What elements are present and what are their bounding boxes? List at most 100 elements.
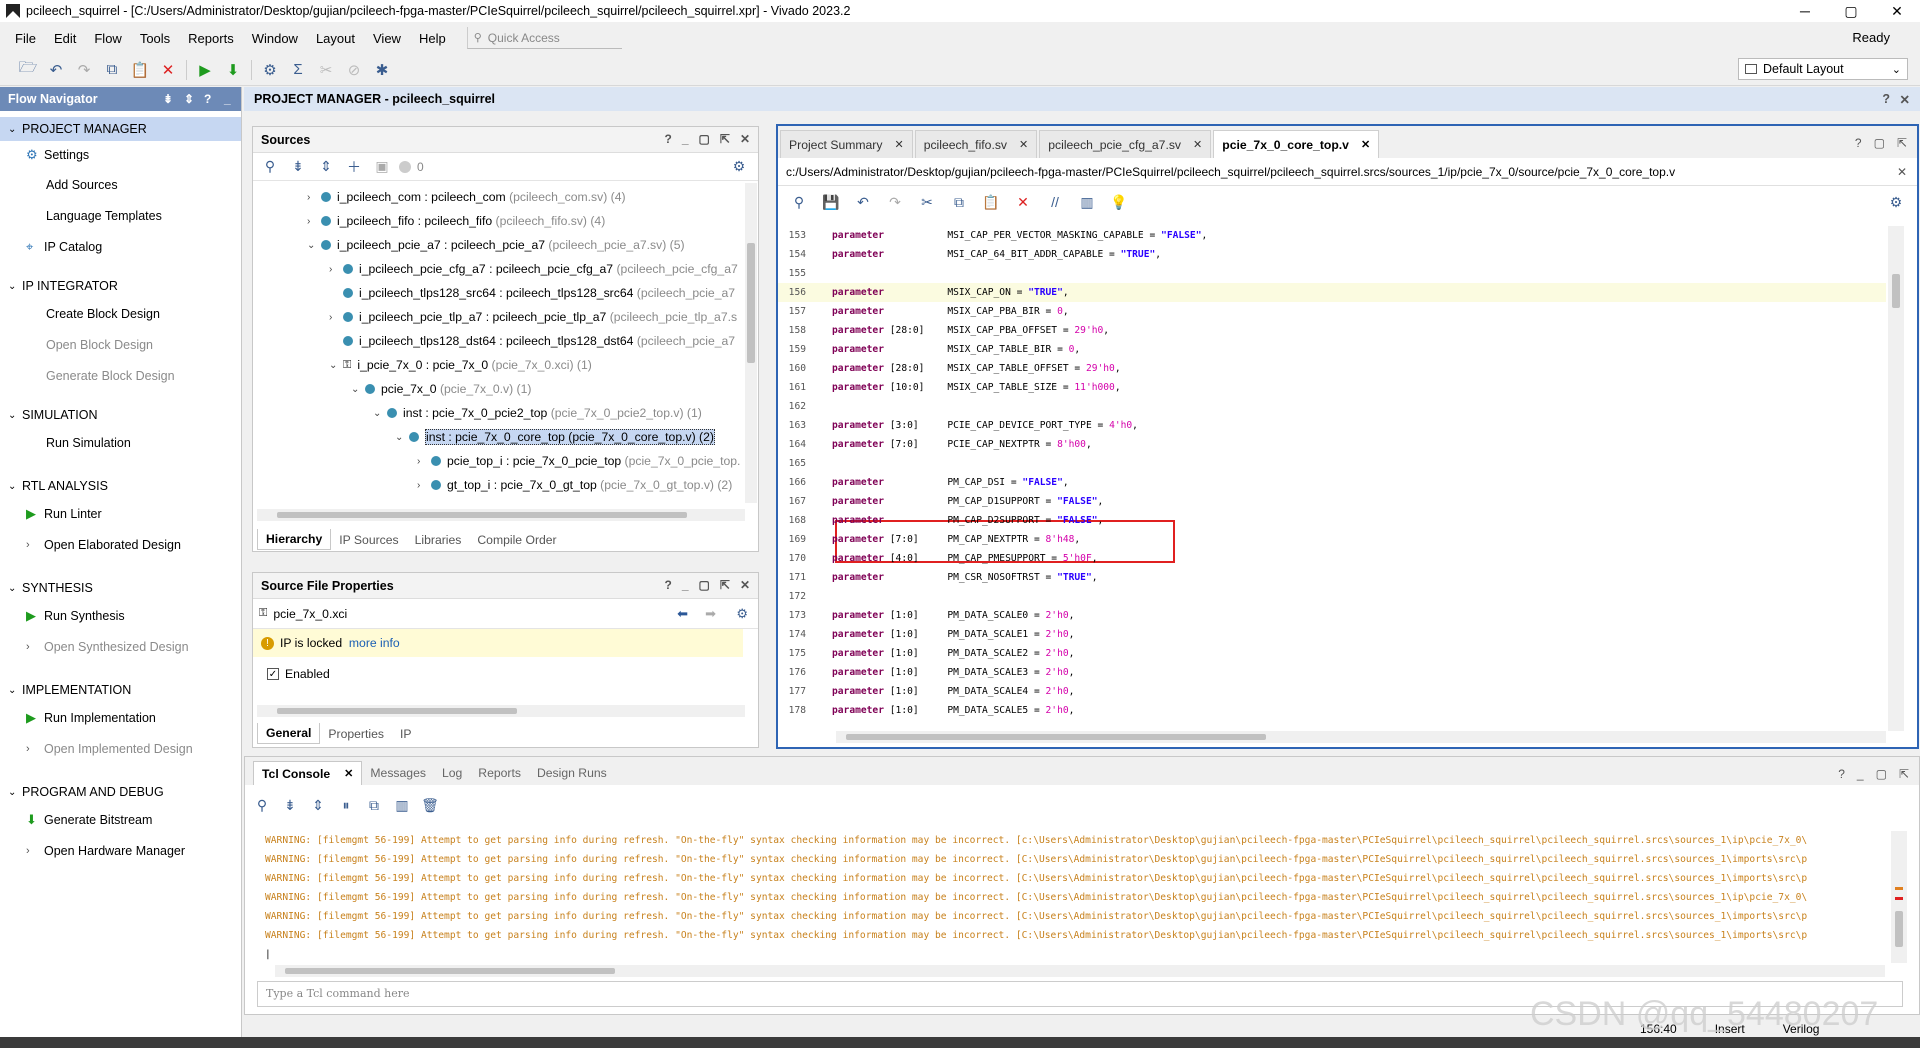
tab-pcileech-pcie-cfg[interactable]: pcileech_pcie_cfg_a7.sv ✕ [1039, 130, 1212, 158]
fn-open-elaborated-design[interactable]: › Open Elaborated Design [0, 529, 241, 560]
undo-icon[interactable]: ↶ [42, 58, 70, 82]
editor-hscroll[interactable] [836, 731, 1886, 743]
fn-section-program-debug[interactable]: ⌄ PROGRAM AND DEBUG [0, 780, 241, 804]
minimize-icon[interactable]: _ [682, 132, 689, 146]
tab-reports[interactable]: Reports [470, 761, 529, 785]
close-icon[interactable]: ✕ [740, 132, 750, 146]
menu-file[interactable]: File [6, 31, 45, 46]
restore-icon[interactable]: ▢ [699, 578, 710, 592]
help-icon[interactable]: ? [665, 132, 672, 146]
undo-icon[interactable]: ↶ [850, 191, 876, 213]
props-hscroll[interactable] [257, 705, 745, 717]
search-icon[interactable]: ⚲ [251, 795, 273, 815]
menu-help[interactable]: Help [410, 31, 455, 46]
fn-section-project-manager[interactable]: ⌄ PROJECT MANAGER [0, 117, 241, 141]
run-icon[interactable]: ▶ [191, 58, 219, 82]
fn-ip-catalog[interactable]: ⌖ IP Catalog [0, 231, 241, 262]
search-icon[interactable]: ⚲ [786, 191, 812, 213]
fn-run-synthesis[interactable]: ▶ Run Synthesis [0, 600, 241, 631]
settings-icon[interactable]: ⚙ [256, 58, 284, 82]
float-icon[interactable]: ⇱ [1899, 767, 1909, 781]
float-icon[interactable]: ⇱ [720, 578, 730, 592]
restore-icon[interactable]: ▢ [699, 132, 710, 146]
gear-icon[interactable]: ⚙ [736, 606, 748, 622]
fn-section-ip-integrator[interactable]: ⌄ IP INTEGRATOR [0, 274, 241, 298]
fn-open-hardware-manager[interactable]: › Open Hardware Manager [0, 835, 241, 866]
menu-reports[interactable]: Reports [179, 31, 243, 46]
gear-icon[interactable]: ⚙ [728, 157, 750, 177]
pause-icon[interactable]: ⏸ [335, 795, 357, 815]
program-device-icon[interactable]: ⬇ [219, 58, 247, 82]
redo-icon[interactable]: ↷ [70, 58, 98, 82]
menu-edit[interactable]: Edit [45, 31, 85, 46]
tab-ip-sources[interactable]: IP Sources [331, 530, 406, 550]
menu-flow[interactable]: Flow [85, 31, 130, 46]
fn-section-rtl-analysis[interactable]: ⌄ RTL ANALYSIS [0, 474, 241, 498]
tree-item[interactable]: ⌄ pcie_7x_0 (pcie_7x_0.v) (1) [351, 377, 531, 401]
editor-vscroll[interactable] [1888, 226, 1904, 731]
fn-create-block-design[interactable]: Create Block Design [0, 298, 241, 329]
tab-messages[interactable]: Messages [362, 761, 434, 785]
expand-all-icon[interactable]: ⇕ [184, 92, 194, 106]
properties-icon[interactable]: ▣ [371, 157, 393, 177]
back-arrow-icon[interactable]: ⬅ [677, 606, 688, 622]
sources-vscroll[interactable] [745, 183, 757, 503]
sigma-icon[interactable]: Σ [284, 58, 312, 82]
tree-item[interactable]: ⌄ inst : pcie_7x_0_pcie2_top (pcie_7x_0_p… [373, 401, 702, 425]
tab-properties[interactable]: Properties [320, 724, 392, 744]
tree-item[interactable]: i_pcileech_tlps128_dst64 : pcileech_tlps… [343, 329, 735, 353]
restore-icon[interactable]: ▢ [1874, 136, 1885, 150]
maximize-button[interactable]: ▢ [1828, 0, 1874, 22]
close-icon[interactable]: ✕ [740, 578, 750, 592]
fn-language-templates[interactable]: Language Templates [0, 200, 241, 231]
fn-section-implementation[interactable]: ⌄ IMPLEMENTATION [0, 678, 241, 702]
tree-item[interactable]: › i_pcileech_pcie_cfg_a7 : pcileech_pcie_… [329, 257, 738, 281]
expand-all-icon[interactable]: ⇕ [307, 795, 329, 815]
fn-settings[interactable]: ⚙ Settings [0, 141, 241, 169]
float-icon[interactable]: ⇱ [1897, 136, 1907, 150]
tree-item-selected[interactable]: ⌄ inst : pcie_7x_0_core_top (pcie_7x_0_co… [395, 425, 715, 449]
float-icon[interactable]: ⇱ [720, 132, 730, 146]
columns-icon[interactable]: ▥ [1074, 191, 1100, 213]
minimize-icon[interactable]: _ [1857, 767, 1864, 781]
copy-icon[interactable]: ⧉ [946, 191, 972, 213]
tree-item[interactable]: › i_pcileech_com : pcileech_com (pcileech… [307, 185, 626, 209]
fn-run-simulation[interactable]: Run Simulation [0, 427, 241, 458]
menu-view[interactable]: View [364, 31, 410, 46]
close-icon[interactable]: ✕ [1900, 92, 1910, 107]
tree-item[interactable]: ⌄ ⚿ i_pcie_7x_0 : pcie_7x_0 (pcie_7x_0.xci… [329, 353, 592, 377]
copy-icon[interactable]: ⧉ [363, 795, 385, 815]
help-icon[interactable]: ? [665, 578, 672, 592]
tab-hierarchy[interactable]: Hierarchy [257, 529, 332, 550]
menu-layout[interactable]: Layout [307, 31, 364, 46]
console-hscroll[interactable] [275, 965, 1885, 977]
fn-generate-bitstream[interactable]: ⬇ Generate Bitstream [0, 804, 241, 835]
tab-pcie-core-top[interactable]: pcie_7x_0_core_top.v ✕ [1213, 130, 1380, 158]
fn-open-synthesized-design[interactable]: › Open Synthesized Design [0, 631, 241, 662]
menu-window[interactable]: Window [243, 31, 307, 46]
fn-generate-block-design[interactable]: Generate Block Design [0, 360, 241, 391]
tree-item[interactable]: ⌄ i_pcileech_pcie_a7 : pcileech_pcie_a7 (… [307, 233, 685, 257]
fn-open-block-design[interactable]: Open Block Design [0, 329, 241, 360]
more-info-link[interactable]: more info [349, 636, 400, 650]
gear-icon[interactable]: ⚙ [1883, 191, 1909, 213]
tab-general[interactable]: General [257, 723, 321, 744]
fn-section-synthesis[interactable]: ⌄ SYNTHESIS [0, 576, 241, 600]
fn-section-simulation[interactable]: ⌄ SIMULATION [0, 403, 241, 427]
search-icon[interactable]: ⚲ [259, 157, 281, 177]
help-icon[interactable]: ? [1882, 92, 1890, 106]
close-button[interactable]: ✕ [1874, 0, 1920, 22]
comment-icon[interactable]: // [1042, 191, 1068, 213]
tab-compile-order[interactable]: Compile Order [469, 530, 564, 550]
minimize-button[interactable]: ─ [1782, 0, 1828, 22]
fn-open-implemented-design[interactable]: › Open Implemented Design [0, 733, 241, 764]
minimize-icon[interactable]: _ [224, 92, 231, 106]
collapse-all-icon[interactable]: ⇟ [287, 157, 309, 177]
tree-item[interactable]: › pcie_top_i : pcie_7x_0_pcie_top (pcie_7… [417, 449, 740, 473]
fn-add-sources[interactable]: Add Sources [0, 169, 241, 200]
collapse-all-icon[interactable]: ⇟ [279, 795, 301, 815]
console-output[interactable]: WARNING: [filemgmt 56-199] Attempt to ge… [265, 831, 1875, 961]
debug-icon[interactable]: ✱ [368, 58, 396, 82]
tree-item[interactable]: › i_pcileech_fifo : pcileech_fifo (pcilee… [307, 209, 605, 233]
forward-arrow-icon[interactable]: ➡ [705, 606, 716, 622]
